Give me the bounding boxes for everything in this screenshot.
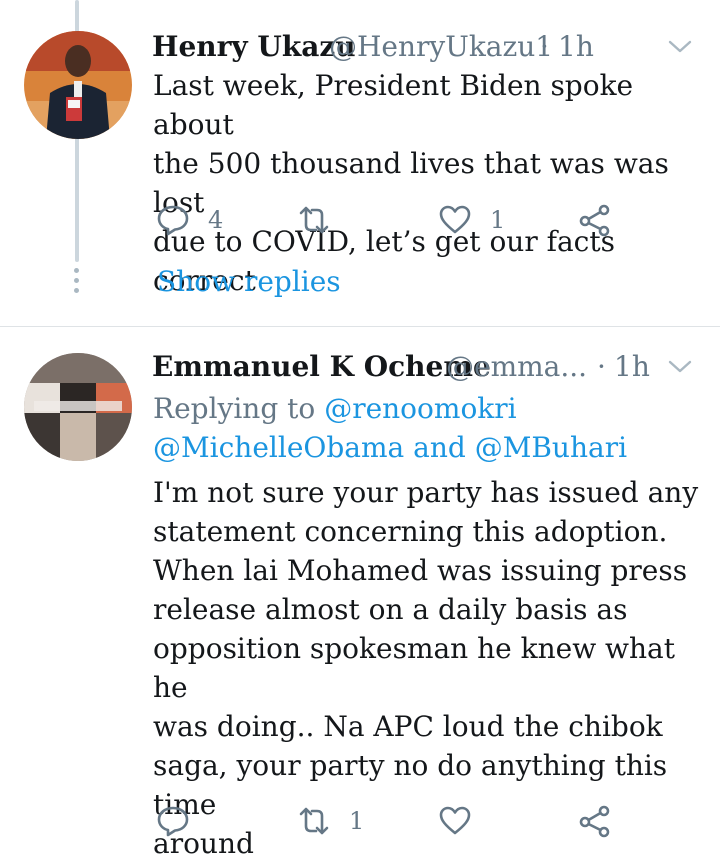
chevron-down-icon[interactable]	[667, 358, 693, 380]
share-icon	[579, 805, 610, 838]
retweet-count: 1	[349, 807, 365, 835]
like-button[interactable]	[438, 804, 490, 838]
reply-button[interactable]	[156, 804, 208, 838]
replying-to: Replying to @renoomokri @MichelleObama a…	[153, 389, 713, 467]
meta-separator: ·	[597, 350, 606, 383]
heart-icon	[439, 205, 471, 234]
tweet-text-line: saga, your party no do anything this tim…	[153, 749, 668, 821]
mention-link[interactable]: @MichelleObama	[153, 431, 404, 464]
share-button[interactable]	[578, 203, 612, 237]
timestamp[interactable]: 1h	[614, 350, 650, 383]
tweet-text-line: I'm not sure your party has issued any	[153, 476, 699, 509]
replying-to-label: Replying to	[153, 392, 316, 425]
like-count: 1	[490, 206, 506, 234]
mention-link[interactable]: @MBuhari	[475, 431, 627, 464]
reply-button[interactable]: 4	[156, 203, 223, 237]
reply-count: 4	[208, 206, 224, 234]
tweet-text-line: the 500 thousand lives that was was lost	[153, 147, 669, 219]
share-icon	[579, 204, 610, 237]
tweet-divider	[0, 326, 720, 327]
author-handle[interactable]: @HenryUkazu1	[329, 30, 553, 63]
author-name[interactable]: Emmanuel K Ocheme	[152, 350, 491, 383]
tweet-text-line: When lai Mohamed was issuing press	[153, 554, 688, 587]
tweet-text-line: opposition spokesman he knew what he	[153, 632, 676, 704]
tweet-text-line: was doing.. Na APC loud the chibok	[153, 710, 663, 743]
tweet-text: I'm not sure your party has issued any s…	[153, 473, 718, 863]
like-button[interactable]: 1	[438, 203, 505, 237]
chevron-down-icon[interactable]	[667, 38, 693, 60]
show-replies-link[interactable]: Show replies	[157, 265, 341, 298]
avatar[interactable]	[24, 31, 132, 139]
thread-dots	[73, 268, 81, 298]
replying-and: and	[413, 431, 466, 464]
avatar[interactable]	[24, 353, 132, 461]
heart-icon	[439, 806, 471, 835]
retweet-button[interactable]: 1	[297, 804, 364, 838]
author-name[interactable]: Henry Ukazu	[152, 30, 356, 63]
reply-icon	[157, 806, 189, 837]
reply-icon	[157, 205, 189, 236]
retweet-button[interactable]	[297, 203, 349, 237]
mention-link[interactable]: @renoomokri	[324, 392, 516, 425]
tweet-text-line: Last week, President Biden spoke about	[153, 69, 634, 141]
meta-separator: ·	[540, 30, 549, 63]
share-button[interactable]	[578, 804, 612, 838]
tweet-text-line: around	[153, 827, 254, 860]
retweet-icon	[299, 807, 329, 835]
timestamp[interactable]: 1h	[558, 30, 594, 63]
tweet-text-line: statement concerning this adoption.	[153, 515, 668, 548]
tweet-text-line: release almost on a daily basis as	[153, 593, 628, 626]
retweet-icon	[299, 206, 329, 234]
author-handle[interactable]: @emma...	[446, 350, 587, 383]
